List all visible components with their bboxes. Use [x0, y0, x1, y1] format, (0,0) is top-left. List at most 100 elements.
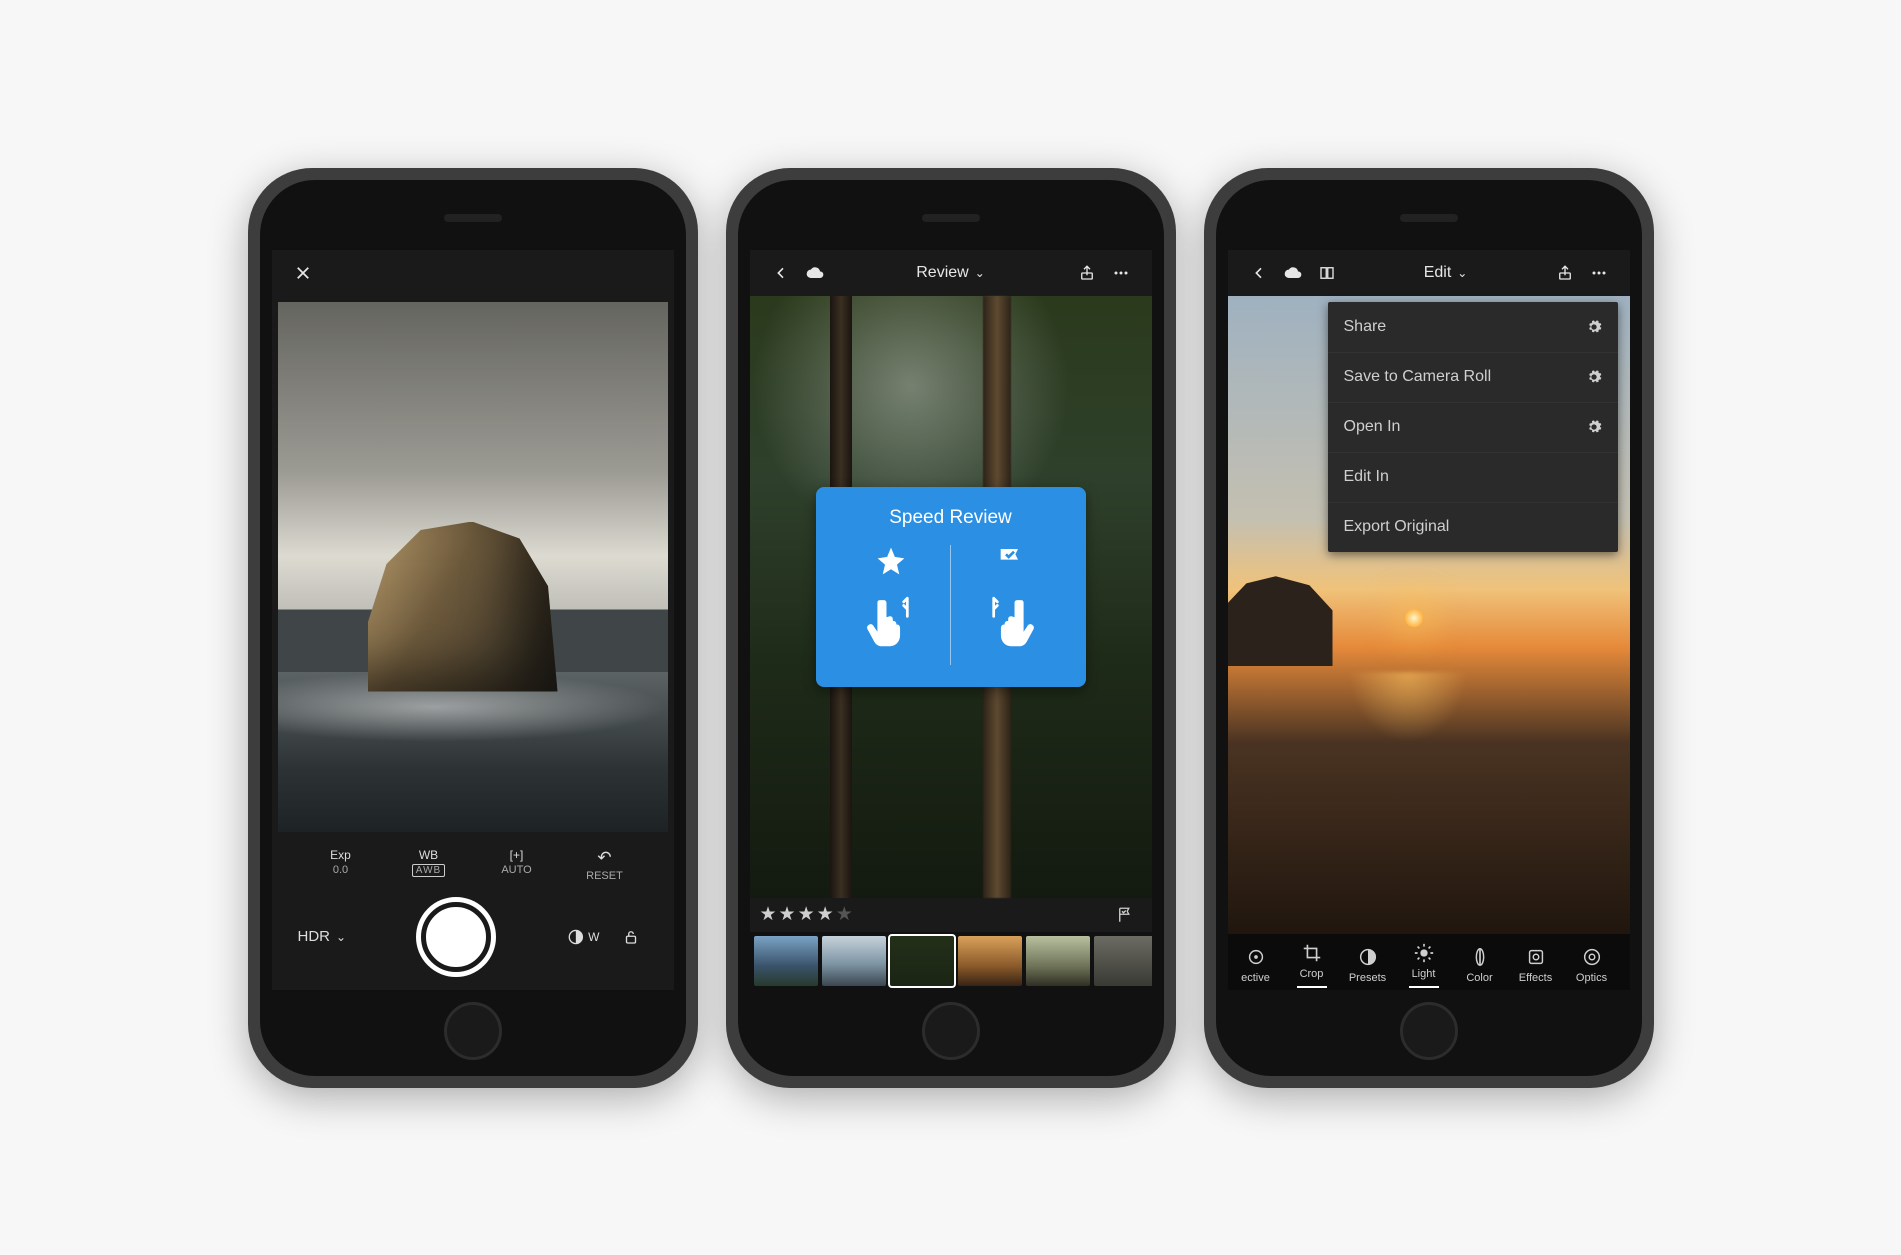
flag-toggle[interactable] — [1108, 898, 1142, 932]
thumbnail[interactable] — [958, 936, 1022, 986]
lens-toggle[interactable]: W — [566, 920, 600, 954]
cloud-button[interactable] — [798, 256, 832, 290]
menu-item-export-original[interactable]: Export Original — [1328, 502, 1618, 552]
star-icon[interactable]: ★ — [798, 904, 815, 925]
close-icon — [294, 264, 312, 282]
shutter-button[interactable] — [421, 902, 491, 972]
back-button[interactable] — [1242, 256, 1276, 290]
back-button[interactable] — [764, 256, 798, 290]
menu-item-label: Save to Camera Roll — [1344, 368, 1492, 386]
flag-gesture — [951, 545, 1070, 649]
tool-effects[interactable]: Effects — [1508, 940, 1564, 984]
tool-label: Light — [1412, 968, 1436, 980]
optics-icon — [1581, 946, 1603, 968]
star-icon[interactable]: ★ — [760, 904, 777, 925]
close-button[interactable] — [286, 256, 320, 290]
edit-topbar: Edit ⌄ — [1228, 250, 1630, 296]
mode-dropdown[interactable]: Review ⌄ — [916, 264, 985, 282]
wb-value: AWB — [412, 864, 445, 877]
mode-label: Edit — [1424, 264, 1452, 282]
review-photo[interactable]: Speed Review — [750, 296, 1152, 898]
thumbnail-selected[interactable] — [890, 936, 954, 986]
menu-item-edit-in[interactable]: Edit In — [1328, 452, 1618, 502]
cloud-icon — [805, 263, 825, 283]
settings-row: Exp 0.0 WB AWB [+] AUTO ↶ RESET — [272, 848, 674, 882]
share-icon — [1556, 264, 1574, 282]
light-icon — [1413, 942, 1435, 964]
mode-dropdown[interactable]: Edit ⌄ — [1424, 264, 1468, 282]
filmstrip[interactable] — [750, 932, 1152, 990]
phone-body: Review ⌄ Speed Review — [738, 180, 1164, 1076]
review-topbar: Review ⌄ — [750, 250, 1152, 296]
reset-control[interactable]: ↶ RESET — [576, 848, 634, 882]
rating-bar: ★★★★★ — [750, 898, 1152, 932]
wide-badge: W — [588, 930, 599, 944]
phone-speaker — [444, 214, 502, 222]
rock-silhouette — [1228, 576, 1333, 666]
white-balance-control[interactable]: WB AWB — [400, 848, 458, 882]
cloud-button[interactable] — [1276, 256, 1310, 290]
presets-icon — [1357, 946, 1379, 968]
chevron-left-icon — [1251, 265, 1267, 281]
menu-item-settings[interactable] — [1586, 369, 1602, 385]
phone-body: Exp 0.0 WB AWB [+] AUTO ↶ RESET H — [260, 180, 686, 1076]
shutter-row: HDR ⌄ W — [272, 882, 674, 972]
menu-item-open-in[interactable]: Open In — [1328, 402, 1618, 452]
effects-icon — [1525, 946, 1547, 968]
tool-optics[interactable]: Optics — [1564, 940, 1620, 984]
tool-presets[interactable]: Presets — [1340, 940, 1396, 984]
menu-item-save-to-camera-roll[interactable]: Save to Camera Roll — [1328, 352, 1618, 402]
thumbnail[interactable] — [822, 936, 886, 986]
exposure-value: 0.0 — [312, 864, 370, 876]
tool-light[interactable]: Light — [1396, 936, 1452, 988]
more-button[interactable] — [1582, 256, 1616, 290]
phone-speaker — [1400, 214, 1458, 222]
tool-label: ective — [1241, 972, 1270, 984]
gear-icon — [1586, 319, 1602, 335]
more-icon — [1589, 263, 1609, 283]
home-button[interactable] — [1400, 1002, 1458, 1060]
camera-viewfinder[interactable] — [278, 302, 668, 832]
menu-item-share[interactable]: Share — [1328, 302, 1618, 352]
compare-button[interactable] — [1310, 256, 1344, 290]
menu-item-settings[interactable] — [1586, 319, 1602, 335]
edit-toolbar: ective CropPresets Light Color EffectsOptics… — [1228, 934, 1630, 990]
star-rating[interactable]: ★★★★★ — [760, 903, 855, 926]
star-icon[interactable]: ★ — [817, 904, 834, 925]
home-button[interactable] — [444, 1002, 502, 1060]
share-button[interactable] — [1070, 256, 1104, 290]
menu-item-label: Open In — [1344, 418, 1401, 436]
gear-icon — [1586, 419, 1602, 435]
menu-item-settings[interactable] — [1586, 419, 1602, 435]
tool-color[interactable]: Color — [1452, 940, 1508, 984]
tool-label: Color — [1466, 972, 1492, 984]
tool-crop[interactable]: Crop — [1284, 936, 1340, 988]
gear-icon — [1586, 369, 1602, 385]
lock-toggle[interactable] — [614, 920, 648, 954]
phone-frame-2: Review ⌄ Speed Review — [726, 168, 1176, 1088]
more-button[interactable] — [1104, 256, 1138, 290]
speed-review-overlay: Speed Review — [816, 487, 1086, 687]
home-button[interactable] — [922, 1002, 980, 1060]
share-icon — [1078, 264, 1096, 282]
thumbnail[interactable] — [1094, 936, 1152, 986]
tool-profile[interactable]: Pr — [1620, 940, 1630, 984]
camera-screen: Exp 0.0 WB AWB [+] AUTO ↶ RESET H — [272, 250, 674, 990]
flag-icon — [1116, 906, 1134, 924]
hdr-label: HDR — [298, 928, 331, 945]
unlock-icon — [622, 928, 640, 946]
star-icon[interactable]: ★ — [836, 904, 853, 925]
exposure-control[interactable]: Exp 0.0 — [312, 848, 370, 882]
hdr-toggle[interactable]: HDR ⌄ — [298, 928, 347, 945]
sun-reflection — [1348, 672, 1468, 742]
bracket-control[interactable]: [+] AUTO — [488, 848, 546, 882]
share-button[interactable] — [1548, 256, 1582, 290]
star-icon[interactable]: ★ — [779, 904, 796, 925]
phone-frame-1: Exp 0.0 WB AWB [+] AUTO ↶ RESET H — [248, 168, 698, 1088]
tool-selective[interactable]: ective — [1228, 940, 1284, 984]
swipe-hand-icon — [981, 591, 1039, 649]
thumbnail[interactable] — [1026, 936, 1090, 986]
thumbnail[interactable] — [754, 936, 818, 986]
chevron-down-icon: ⌄ — [336, 930, 346, 944]
chevron-down-icon: ⌄ — [1457, 266, 1467, 280]
